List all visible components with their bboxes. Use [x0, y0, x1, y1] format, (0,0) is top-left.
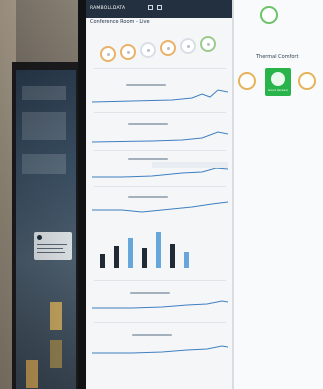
thermal-title: Thermal Comfort [256, 54, 299, 60]
section-title-bar [132, 334, 172, 336]
card-text-line [37, 244, 67, 245]
gauge-icon [140, 42, 156, 58]
left-screen-block [22, 154, 66, 174]
left-screen-photo [26, 360, 38, 388]
trend-chart [92, 131, 228, 143]
left-screen-photo [50, 340, 62, 368]
section-divider [94, 186, 226, 187]
section-divider [94, 280, 226, 281]
bar [156, 232, 161, 268]
photo: RAMBOLLDATA Conference Room - Live Therm… [0, 0, 323, 389]
trend-chart [92, 201, 228, 213]
left-monitor-screen [16, 70, 76, 389]
thermal-panel: Thermal Comfort Good (Green) [234, 0, 323, 389]
section-divider [94, 322, 226, 323]
comfort-gauge-icon [271, 72, 285, 86]
gauge-icon [200, 36, 216, 52]
card-text-line [37, 248, 63, 249]
bar [184, 252, 189, 268]
gauge-icon [160, 40, 176, 56]
gauge-icon [298, 72, 316, 90]
gauge-icon [238, 72, 256, 90]
dashboard-screen: RAMBOLLDATA Conference Room - Live Therm… [86, 0, 323, 389]
card-text-line [37, 252, 65, 253]
gauge-icon [100, 46, 116, 62]
bar-chart [94, 228, 230, 268]
trend-chart [92, 300, 228, 309]
gauge-icon [180, 38, 196, 54]
grid-icon [157, 5, 162, 10]
section-title-bar [128, 123, 168, 125]
gauge-icon [260, 6, 278, 24]
section-divider [94, 68, 226, 69]
bar [100, 254, 105, 268]
bar [114, 246, 119, 268]
left-screen-card [34, 232, 72, 260]
left-screen-block [22, 86, 66, 100]
left-screen-block [22, 112, 66, 140]
trend-chart [92, 162, 228, 178]
comfort-status-text: Good (Green) [268, 88, 289, 92]
bar [170, 244, 175, 268]
bar [128, 238, 133, 268]
bar [142, 248, 147, 268]
dashboard-brand: RAMBOLLDATA [90, 6, 126, 11]
section-divider [94, 112, 226, 113]
room-title: Conference Room - Live [90, 19, 150, 25]
comfort-status-box: Good (Green) [265, 68, 291, 96]
trend-chart [92, 345, 228, 354]
menu-icon [148, 5, 153, 10]
gauge-icon [120, 44, 136, 60]
left-screen-photo [50, 302, 62, 330]
trend-chart [92, 89, 228, 103]
section-title-bar [128, 158, 168, 160]
avatar-icon [37, 235, 42, 240]
section-divider [94, 150, 226, 151]
